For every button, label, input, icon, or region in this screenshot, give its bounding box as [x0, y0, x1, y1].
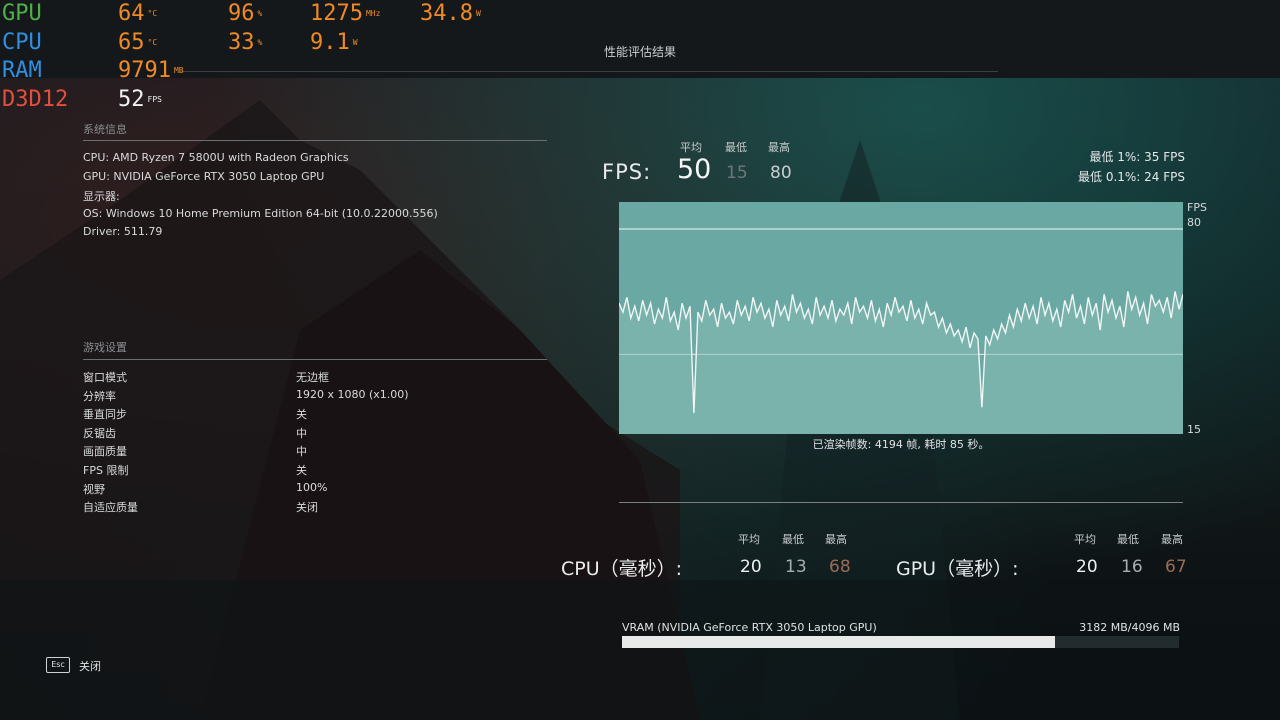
setting-value: 100%	[296, 480, 328, 494]
osd-value-cpu-b: 33%	[228, 29, 263, 55]
cpu-ms-label: CPU（毫秒）:	[561, 558, 683, 580]
stats-rule	[619, 502, 1183, 503]
osd-value-gpu-a: 64 °C	[118, 3, 157, 25]
cpu-min-value: 13	[785, 557, 807, 577]
system-info-line: 显示器:	[83, 190, 120, 204]
setting-value: 无边框	[296, 371, 329, 384]
gpu-min-heading: 最低	[1117, 533, 1139, 546]
osd-label-ram: RAM	[2, 58, 42, 83]
osd-value-cpu-a: 65 °C	[118, 29, 158, 55]
fps-min-heading: 最低	[725, 141, 747, 154]
game-settings-title: 游戏设置	[83, 341, 127, 354]
top-band	[0, 0, 1280, 78]
cpu-avg-value: 20	[740, 557, 762, 577]
vram-usage-bar	[622, 636, 1179, 648]
game-settings-rule	[83, 359, 547, 360]
setting-name: 窗口模式	[83, 371, 127, 384]
esc-key-icon[interactable]: Esc	[46, 657, 70, 673]
setting-value: 1920 x 1080 (x1.00)	[296, 387, 409, 401]
fps-average-value: 50	[677, 154, 712, 185]
vram-label: VRAM (NVIDIA GeForce RTX 3050 Laptop GPU…	[622, 621, 877, 634]
system-info-line: CPU: AMD Ryzen 7 5800U with Radeon Graph…	[83, 151, 349, 164]
setting-name: 垂直同步	[83, 408, 127, 422]
osd-number: 33	[228, 29, 255, 55]
chart-y-tick-max: 80	[1187, 216, 1201, 229]
setting-value: 关	[296, 464, 307, 477]
gpu-ms-label: GPU（毫秒）:	[896, 558, 1019, 580]
system-info-rule	[83, 140, 547, 141]
system-info-line: GPU: NVIDIA GeForce RTX 3050 Laptop GPU	[83, 169, 325, 183]
osd-unit: %	[257, 9, 263, 18]
osd-value-ram-a: 9791 MB	[118, 60, 184, 82]
setting-value: 关	[296, 408, 307, 422]
fps-label: FPS:	[602, 160, 652, 184]
setting-value: 中	[296, 445, 307, 459]
osd-unit: MHz	[365, 9, 381, 18]
setting-name: 视野	[83, 482, 105, 496]
title-rule	[180, 71, 998, 72]
osd-number: 64	[118, 1, 145, 26]
osd-number: 96	[228, 1, 255, 26]
fps-frametime-chart	[619, 202, 1183, 434]
osd-label-cpu: CPU	[2, 29, 42, 55]
gpu-max-value: 67	[1165, 557, 1187, 577]
vram-usage-value: 3182 MB/4096 MB	[1079, 621, 1180, 634]
setting-name: 自适应质量	[83, 501, 138, 515]
osd-number: 1275	[310, 1, 363, 26]
osd-unit: W	[475, 9, 481, 18]
osd-unit: °C	[147, 9, 158, 18]
setting-name: FPS 限制	[83, 464, 129, 477]
osd-value-d3d12-a: 52 FPS	[118, 86, 162, 112]
gpu-avg-heading: 平均	[1074, 533, 1096, 546]
osd-label-d3d12: D3D12	[2, 86, 69, 112]
fps-minimum-value: 15	[726, 163, 748, 183]
osd-number: 65	[118, 29, 145, 55]
osd-number: 9791	[118, 58, 171, 83]
osd-number: 52	[118, 86, 145, 112]
setting-value: 关闭	[296, 501, 318, 515]
page-title: 性能评估结果	[603, 45, 676, 59]
setting-name: 分辨率	[83, 389, 116, 403]
osd-unit: °C	[147, 37, 158, 47]
osd-number: 9.1	[310, 29, 350, 55]
fps-low-1-percent: 最低 1%: 35 FPS	[1089, 150, 1185, 164]
chart-y-tick-min: 15	[1187, 423, 1201, 436]
gpu-min-value: 16	[1121, 557, 1143, 577]
vram-usage-fill	[622, 636, 1055, 648]
osd-value-gpu-c: 1275 MHz	[310, 3, 380, 25]
rendered-frames-text: 已渲染帧数: 4194 帧, 耗时 85 秒。	[812, 438, 990, 451]
fps-avg-heading: 平均	[680, 141, 702, 154]
osd-value-gpu-b: 96%	[228, 3, 262, 25]
setting-name: 画面质量	[83, 445, 127, 459]
gpu-max-heading: 最高	[1161, 533, 1183, 546]
osd-unit: FPS	[147, 94, 162, 104]
setting-value: 中	[296, 426, 307, 440]
cpu-max-value: 68	[829, 557, 851, 577]
fps-maximum-value: 80	[770, 163, 792, 183]
close-button[interactable]: 关闭	[79, 658, 101, 674]
fps-low-0-1-percent: 最低 0.1%: 24 FPS	[1078, 170, 1185, 184]
osd-label-gpu: GPU	[2, 1, 42, 26]
cpu-min-heading: 最低	[782, 533, 804, 546]
osd-value-gpu-d: 34.8 W	[420, 3, 481, 25]
chart-y-axis-label: FPS	[1187, 201, 1207, 214]
benchmark-results-screen: 性能评估结果 GPU 64 °C 96% 1275 MHz 34.8 W CPU 65 °C 33% 9…	[0, 0, 1280, 720]
system-info-title: 系统信息	[83, 123, 127, 136]
osd-unit: W	[352, 37, 358, 47]
cpu-avg-heading: 平均	[738, 533, 760, 546]
setting-name: 反锯齿	[83, 426, 116, 440]
osd-number: 34.8	[420, 1, 473, 26]
fps-max-heading: 最高	[768, 141, 790, 154]
system-info-line: OS: Windows 10 Home Premium Edition 64-b…	[83, 206, 438, 220]
gpu-avg-value: 20	[1076, 557, 1098, 577]
osd-unit: MB	[173, 66, 184, 75]
system-info-line: Driver: 511.79	[83, 225, 163, 239]
osd-unit: %	[257, 37, 263, 47]
osd-value-cpu-c: 9.1 W	[310, 29, 358, 55]
cpu-max-heading: 最高	[825, 533, 847, 546]
